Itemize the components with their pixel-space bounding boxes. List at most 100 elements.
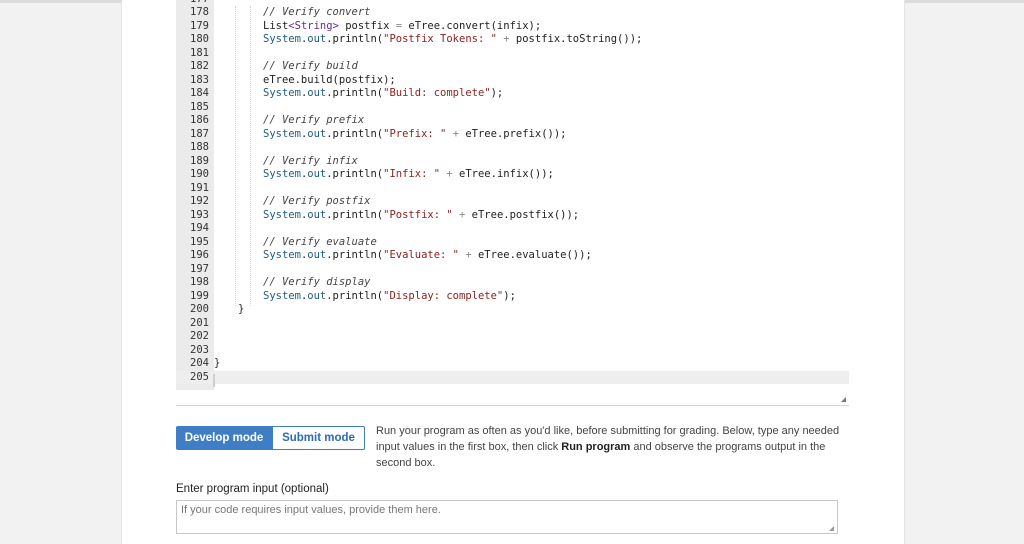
code-token: // Verify prefix <box>263 114 365 126</box>
code-token: } <box>214 357 221 369</box>
line-number: 198 <box>190 276 209 288</box>
code-editor[interactable]: 177178// Verify convert179List<String> p… <box>176 0 849 406</box>
code-token: .println( <box>326 87 384 99</box>
line-number: 193 <box>190 208 209 221</box>
code-token: eTree.convert(infix); <box>402 19 542 32</box>
code-line[interactable]: 192 // Verify postfix <box>176 195 849 209</box>
code-line[interactable]: 188 <box>176 141 849 155</box>
code-token: .println( <box>326 168 384 180</box>
code-token: postfix.toString()); <box>509 33 643 45</box>
code-token: // Verify convert <box>263 6 371 18</box>
code-token: .println( <box>326 127 384 140</box>
code-token: .println( <box>326 249 384 261</box>
code-line[interactable]: 199 System.out.println("Display: complete… <box>176 290 849 304</box>
code-line[interactable]: 194 <box>176 222 849 236</box>
code-line[interactable]: 191 <box>176 182 849 196</box>
code-line[interactable]: 189 // Verify infix <box>176 155 849 169</box>
code-line[interactable]: 180 System.out.println("Postfix Tokens: "… <box>176 33 849 47</box>
code-text: System.out.println("Display: complete"); <box>263 290 516 304</box>
code-text: List<String> postfix = eTree.convert(inf… <box>263 20 541 34</box>
code-token: "Evaluate: " <box>383 249 459 261</box>
code-token: .println( <box>326 33 384 45</box>
code-token: // Verify evaluate <box>263 235 377 248</box>
code-token: System <box>263 127 301 140</box>
code-token: eTree.infix()); <box>452 168 554 180</box>
submit-mode-button[interactable]: Submit mode <box>272 426 365 450</box>
code-token: "Infix: " <box>383 168 441 180</box>
code-text: // Verify display <box>263 276 370 290</box>
code-text: } <box>214 357 220 371</box>
code-token: eTree.build(postfix); <box>263 73 396 86</box>
code-text: System.out.println("Postfix: " + eTree.p… <box>263 209 579 223</box>
line-number: 180 <box>190 33 209 45</box>
code-token: eTree.prefix()); <box>459 127 567 140</box>
code-token: <String> <box>288 19 339 32</box>
code-token: out <box>307 289 327 302</box>
code-token: } <box>238 303 245 315</box>
editor-resize-icon[interactable] <box>841 397 846 402</box>
line-number: 201 <box>190 316 209 329</box>
code-line[interactable]: 198 // Verify display <box>176 276 849 290</box>
code-line[interactable]: 201 <box>176 317 849 331</box>
line-number: 202 <box>190 330 209 342</box>
line-number: 190 <box>190 168 209 180</box>
line-number: 188 <box>190 141 209 153</box>
code-line[interactable]: 193 System.out.println("Postfix: " + eTre… <box>176 209 849 223</box>
code-line[interactable]: 181 <box>176 47 849 61</box>
line-number: 181 <box>190 46 209 59</box>
line-number: 194 <box>190 222 209 234</box>
code-token: "Prefix: " <box>383 127 447 140</box>
line-number: 192 <box>190 195 209 207</box>
code-line[interactable]: 179 List<String> postfix = eTree.convert(… <box>176 20 849 34</box>
code-token: ); <box>503 289 516 302</box>
instructions-text: Run your program as often as you'd like,… <box>376 423 848 471</box>
line-number: 200 <box>190 303 209 315</box>
code-line[interactable]: 182 // Verify build <box>176 60 849 74</box>
code-text: eTree.build(postfix); <box>263 74 396 88</box>
develop-mode-button[interactable]: Develop mode <box>176 426 272 450</box>
line-number: 204 <box>190 357 209 369</box>
code-token: // Verify build <box>263 60 358 72</box>
text-cursor <box>213 374 215 387</box>
indent-guide <box>235 6 236 306</box>
line-number: 182 <box>190 60 209 72</box>
code-line[interactable]: 195 // Verify evaluate <box>176 236 849 250</box>
code-line[interactable]: 184 System.out.println("Build: complete")… <box>176 87 849 101</box>
code-line[interactable]: 205 <box>176 370 849 384</box>
line-number: 195 <box>190 235 209 248</box>
code-line[interactable]: 187 System.out.println("Prefix: " + eTree… <box>176 128 849 142</box>
line-number: 187 <box>190 127 209 140</box>
code-line[interactable]: 197 <box>176 263 849 277</box>
code-line[interactable]: 200} <box>176 303 849 317</box>
code-text: System.out.println("Evaluate: " + eTree.… <box>263 249 592 263</box>
code-token: System <box>263 33 301 45</box>
code-line[interactable]: 204} <box>176 357 849 371</box>
code-token: // Verify postfix <box>263 195 371 207</box>
code-line[interactable]: 203 <box>176 344 849 358</box>
code-token: out <box>307 87 327 99</box>
code-line[interactable]: 196 System.out.println("Evaluate: " + eTr… <box>176 249 849 263</box>
code-line[interactable]: 186 // Verify prefix <box>176 114 849 128</box>
code-text: // Verify infix <box>263 155 358 169</box>
code-text: // Verify prefix <box>263 114 364 128</box>
code-line[interactable]: 202 <box>176 330 849 344</box>
code-token: "Postfix Tokens: " <box>383 33 497 45</box>
code-token: System <box>263 208 301 221</box>
code-line[interactable]: 183 eTree.build(postfix); <box>176 74 849 88</box>
code-token: System <box>263 87 301 99</box>
code-line[interactable]: 185 <box>176 101 849 115</box>
code-token: // Verify infix <box>263 154 358 167</box>
program-input-field[interactable] <box>176 500 838 534</box>
code-token: "Display: complete" <box>383 289 504 302</box>
code-token: System <box>263 249 301 261</box>
line-number: 191 <box>190 181 209 194</box>
code-text: System.out.println("Build: complete"); <box>263 87 503 101</box>
line-number: 178 <box>190 6 209 18</box>
code-text: System.out.println("Postfix Tokens: " + … <box>263 33 642 47</box>
code-token: List <box>263 19 289 32</box>
code-line[interactable]: 178 // Verify convert <box>176 6 849 20</box>
input-resize-icon[interactable] <box>829 526 834 531</box>
code-token: out <box>307 208 327 221</box>
code-line[interactable]: 190 System.out.println("Infix: " + eTree.… <box>176 168 849 182</box>
line-number: 199 <box>190 289 209 302</box>
